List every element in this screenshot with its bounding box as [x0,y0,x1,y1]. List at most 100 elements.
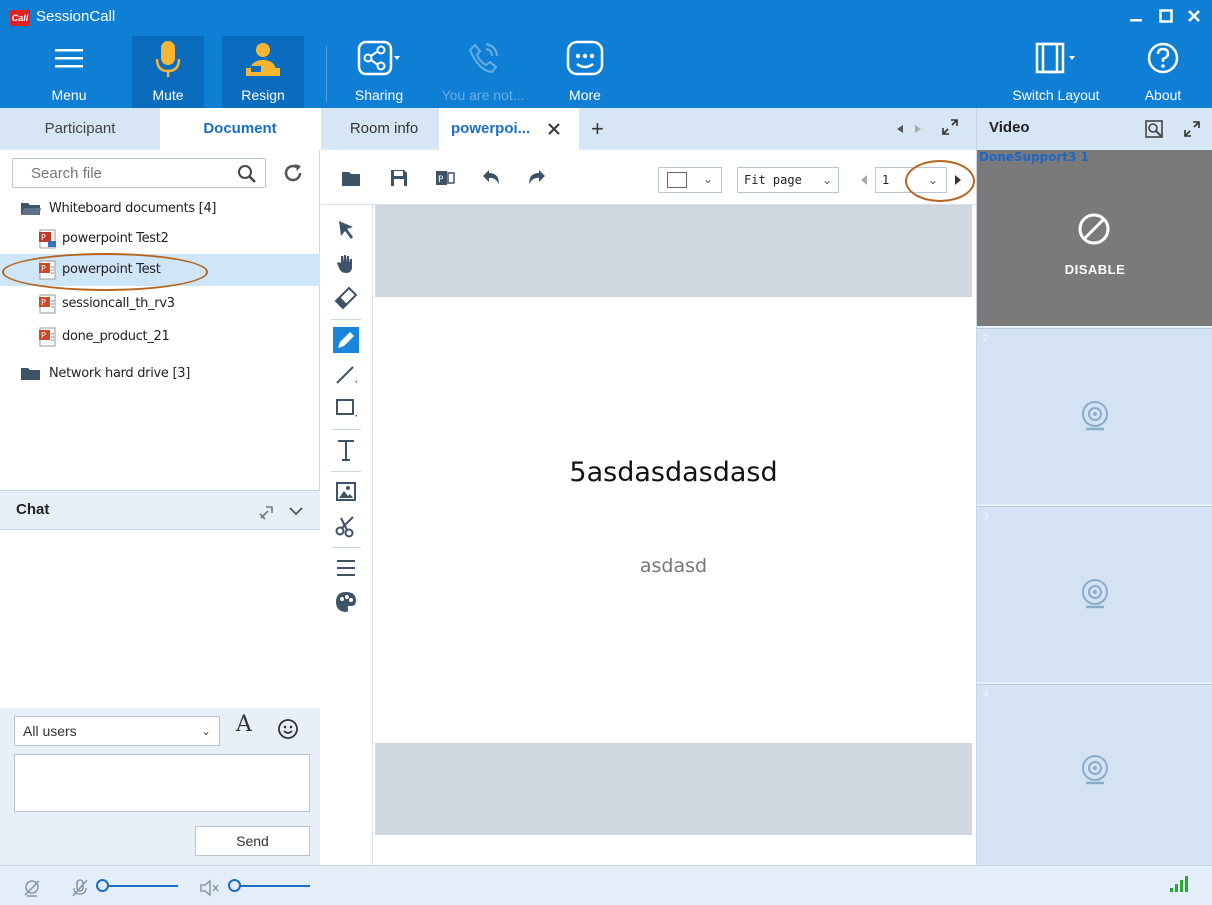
recipient-value: All users [23,723,77,739]
undo-icon[interactable] [481,168,501,188]
tab-document[interactable]: Document [160,108,320,150]
recipient-select[interactable]: All users ⌄ [14,716,220,746]
tree-folder-network[interactable]: Network hard drive [3] [0,358,320,390]
open-folder-icon[interactable] [341,168,361,188]
speaker-off-icon[interactable] [198,878,220,898]
add-tab-button[interactable]: + [591,108,621,150]
search-input[interactable] [13,159,223,187]
tab-next-icon[interactable] [913,124,923,134]
svg-text:P: P [438,175,444,185]
switch-layout-button[interactable]: Switch Layout [1000,36,1112,108]
tool-separator [331,319,361,320]
send-button[interactable]: Send [195,826,310,856]
more-button[interactable]: More [552,36,618,108]
close-button[interactable] [1180,4,1208,28]
call-button[interactable]: You are not... [428,36,538,108]
maximize-icon [1159,9,1173,23]
slide-page[interactable]: 5asdasdasdasd asdasd [375,297,972,743]
menu-button[interactable]: Menu [34,36,104,108]
minimize-icon [1130,19,1142,22]
mute-label: Mute [152,87,184,103]
tree-file-label: sessioncall_th_rv3 [62,296,175,311]
tab-participant[interactable]: Participant [0,108,160,150]
mic-off-icon[interactable] [70,878,90,898]
mute-button[interactable]: Mute [132,36,204,108]
smiley-icon [566,40,604,76]
expand-icon[interactable] [1183,120,1201,138]
video-settings-icon[interactable] [1145,120,1163,138]
close-tab-icon[interactable] [547,122,561,136]
tree-file-item[interactable]: P powerpoint Test2 [0,223,320,255]
arrow-select-icon[interactable] [333,217,359,243]
tree-file-item[interactable]: P done_product_21 [0,321,320,353]
chat-input[interactable] [14,754,310,812]
maximize-button[interactable] [1152,4,1180,28]
search-icon[interactable] [237,164,257,184]
save-icon[interactable] [389,168,409,188]
left-panel: Participant Document Whiteboard document… [0,108,320,865]
resign-button[interactable]: Resign [222,36,304,108]
hand-icon[interactable] [333,251,359,277]
chevron-down-icon: ⌄ [200,724,211,738]
sharing-label: Sharing [354,87,404,103]
webcam-icon [1082,755,1108,785]
line-icon[interactable] [333,361,359,387]
export-ppt-icon[interactable]: P [435,168,455,188]
tab-prev-icon[interactable] [895,124,905,134]
video-cell[interactable]: 4 [977,684,1212,865]
camera-off-icon[interactable] [22,878,42,898]
minimize-button[interactable] [1122,4,1150,28]
chevron-down-icon[interactable] [288,505,304,517]
image-icon[interactable] [333,479,359,505]
about-button[interactable]: About [1128,36,1198,108]
tree-folder-whiteboard[interactable]: Whiteboard documents [4] [0,193,320,225]
next-page-icon[interactable] [953,174,963,186]
sharing-button[interactable]: Sharing [344,36,414,108]
font-button[interactable]: A [236,712,252,737]
app-logo: Call [10,10,30,26]
call-label: You are not... [441,87,525,103]
menu-label: Menu [51,87,87,103]
slider-handle[interactable] [96,879,109,892]
rectangle-icon[interactable] [333,395,359,421]
hamburger-icon [55,49,83,68]
zoom-select[interactable]: Fit page ⌄ [737,167,839,193]
pdf-file-icon: P [39,229,56,249]
video-cell[interactable]: DoneSupport3 1 DISABLE [977,150,1212,326]
disabled-icon [1078,213,1110,245]
color-picker[interactable]: ⌄ [658,167,722,193]
prev-page-icon[interactable] [859,174,869,186]
slider-handle[interactable] [228,879,241,892]
popout-icon[interactable] [258,503,276,521]
share-icon [357,40,400,76]
ppt-file-icon: P [39,294,56,314]
page-select[interactable]: 1 ⌄ [875,167,947,193]
tab-powerpoint[interactable]: powerpoi... [439,108,579,150]
status-bar [0,865,1212,905]
pen-icon[interactable] [333,327,359,353]
close-icon [1188,10,1200,22]
line-weight-icon[interactable] [333,555,359,581]
mic-volume-slider[interactable] [96,876,178,896]
main-toolbar: Menu Mute Resign Sharing You are not... … [0,36,1212,108]
color-swatch [667,172,687,188]
video-cell[interactable]: 2 [977,328,1212,504]
scissors-icon[interactable] [333,513,359,539]
palette-icon[interactable] [333,589,359,615]
eraser-icon[interactable] [333,285,359,311]
text-icon[interactable] [333,437,359,463]
layout-icon [1035,42,1075,74]
tab-room-info[interactable]: Room info [329,108,439,150]
tree-file-item-selected[interactable]: P powerpoint Test [0,254,320,286]
speaker-volume-slider[interactable] [228,876,310,896]
chat-title: Chat [16,501,50,518]
redo-icon[interactable] [527,168,547,188]
refresh-icon[interactable] [282,162,304,184]
video-status: DISABLE [1064,262,1126,277]
expand-icon[interactable] [941,118,959,136]
tree-file-label: done_product_21 [62,329,170,344]
tree-file-item[interactable]: P sessioncall_th_rv3 [0,288,320,320]
emoji-icon[interactable] [277,718,299,740]
title-bar: Call SessionCall [0,0,1212,36]
video-cell[interactable]: 3 [977,506,1212,682]
